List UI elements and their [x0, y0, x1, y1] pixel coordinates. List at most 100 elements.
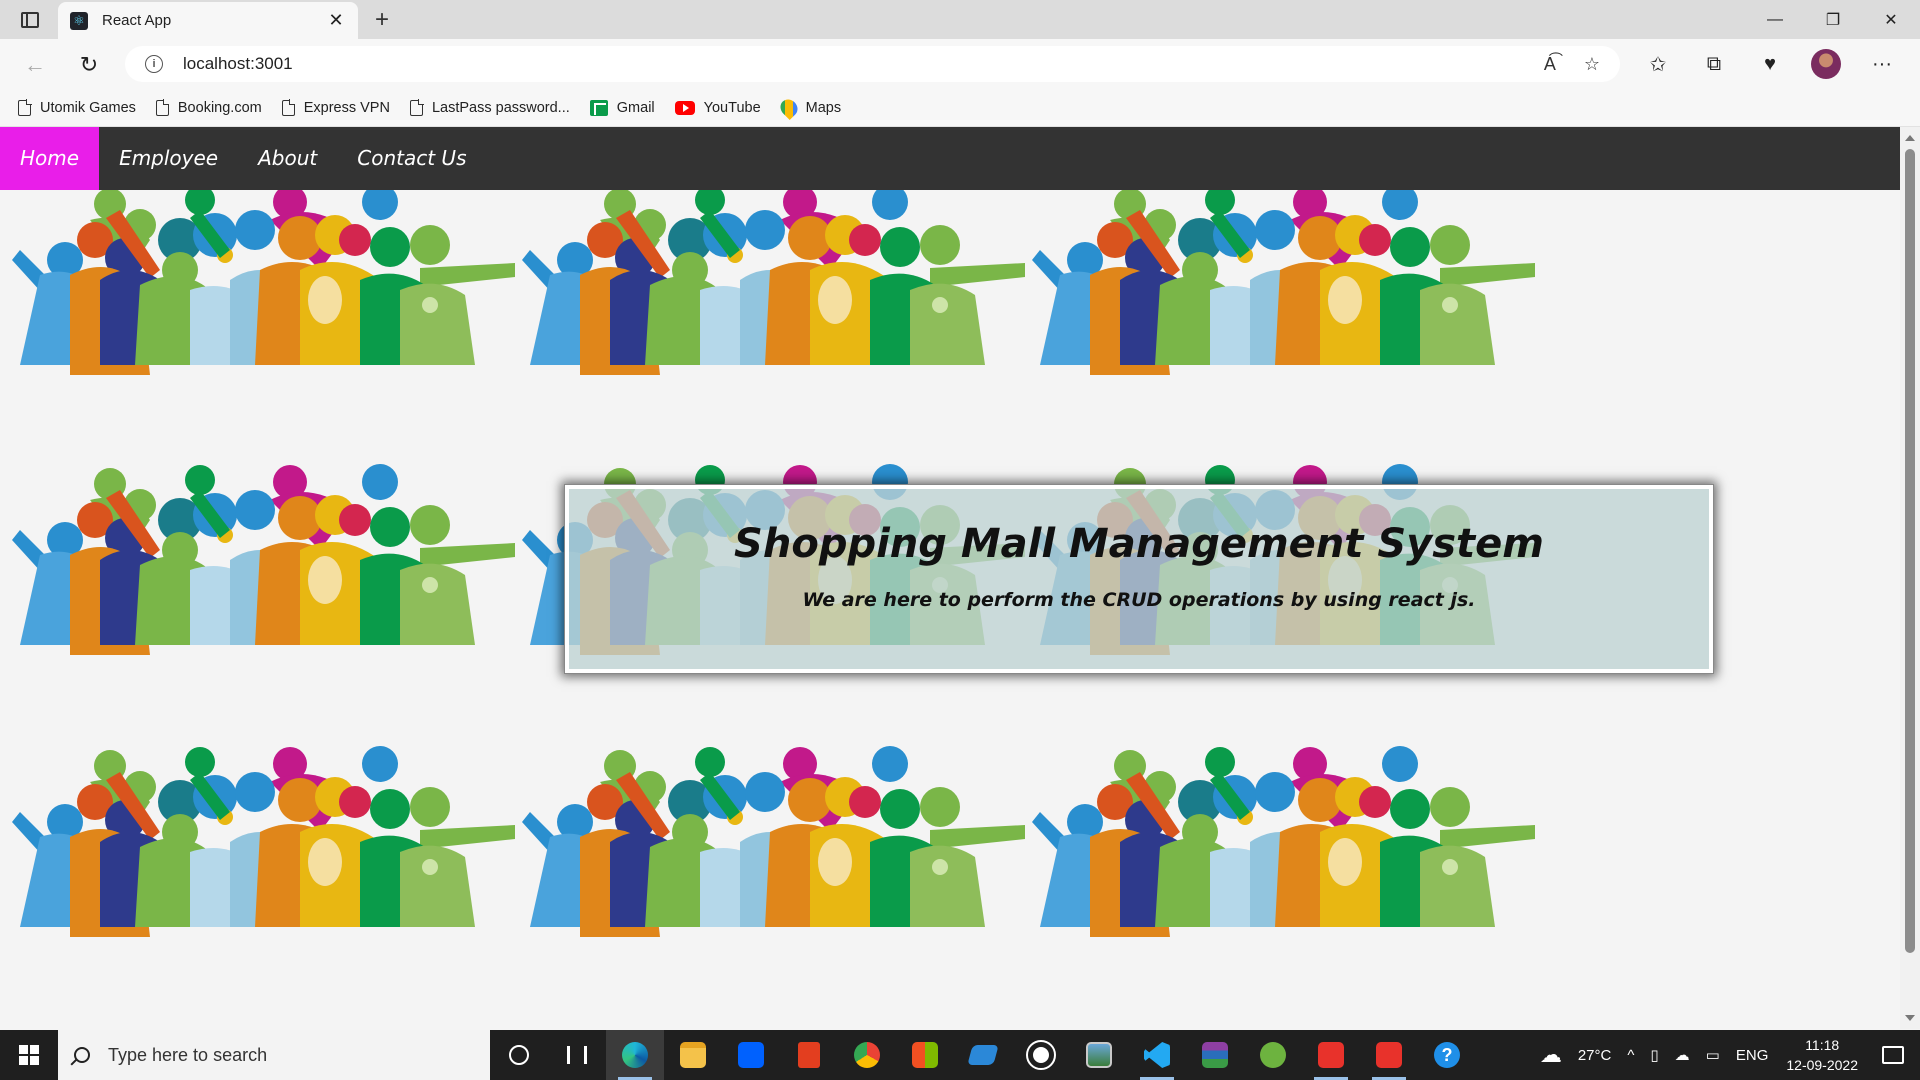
site-info-icon[interactable]: i: [145, 55, 163, 73]
maps-icon: [776, 95, 801, 120]
tab-actions-button[interactable]: [12, 8, 48, 32]
more-options-icon[interactable]: ···: [1864, 47, 1900, 81]
taskbar-photos[interactable]: [1070, 1030, 1128, 1080]
mail-icon: [967, 1045, 999, 1065]
minimize-button[interactable]: —: [1746, 0, 1804, 39]
taskbar-mail[interactable]: [954, 1030, 1012, 1080]
bookmark-label: Utomik Games: [40, 99, 136, 116]
taskbar-store[interactable]: [896, 1030, 954, 1080]
taskbar-app-red-1[interactable]: [1302, 1030, 1360, 1080]
app-red-icon: [1318, 1042, 1344, 1068]
cortana-icon: [509, 1045, 529, 1065]
clock-date: 12-09-2022: [1786, 1057, 1858, 1073]
bookmark-express-vpn[interactable]: Express VPN: [281, 98, 390, 116]
clock[interactable]: 11:18 12-09-2022: [1786, 1035, 1858, 1075]
youtube-icon: [674, 100, 695, 115]
address-bar[interactable]: i localhost:3001 A͡ ☆: [125, 46, 1620, 82]
edge-icon: [622, 1042, 648, 1068]
taskbar-github[interactable]: [1012, 1030, 1070, 1080]
close-tab-button[interactable]: ✕: [326, 10, 346, 31]
window-controls: — ❐ ✕: [1746, 0, 1920, 39]
page-icon: [281, 98, 296, 116]
tab-actions-icon: [21, 12, 39, 28]
hero-title: Shopping Mall Management System: [734, 521, 1544, 567]
taskbar-file-explorer[interactable]: [664, 1030, 722, 1080]
task-view-icon: [567, 1046, 587, 1064]
language-indicator[interactable]: ENG: [1736, 1047, 1769, 1064]
taskbar-office[interactable]: [780, 1030, 838, 1080]
avatar: [1811, 49, 1841, 79]
nav-about[interactable]: About: [238, 127, 337, 190]
device-icon[interactable]: ▯: [1650, 1046, 1658, 1064]
office-icon: [798, 1042, 820, 1068]
collections-icon[interactable]: ⧉: [1696, 47, 1732, 81]
close-window-button[interactable]: ✕: [1862, 0, 1920, 39]
bookmark-label: YouTube: [703, 99, 761, 116]
restore-button[interactable]: ❐: [1804, 0, 1862, 39]
bookmark-gmail[interactable]: Gmail: [589, 99, 655, 116]
task-view-button[interactable]: [548, 1030, 606, 1080]
taskbar-help[interactable]: ?: [1418, 1030, 1476, 1080]
favorites-icon[interactable]: ✩: [1640, 47, 1676, 81]
bookmark-label: Maps: [805, 99, 842, 116]
url-text[interactable]: localhost:3001: [183, 54, 1544, 74]
page-scrollbar[interactable]: [1900, 127, 1920, 1029]
battery-icon[interactable]: ▭: [1706, 1046, 1720, 1064]
folder-icon: [680, 1042, 706, 1068]
taskbar-spring[interactable]: [1244, 1030, 1302, 1080]
page-content: Home Employee About Contact Us Shopping …: [0, 127, 1900, 1029]
scroll-down-icon[interactable]: [1905, 1015, 1915, 1021]
add-favorite-icon[interactable]: ☆: [1584, 54, 1600, 75]
bookmark-maps[interactable]: Maps: [776, 95, 842, 120]
vscode-icon: [1144, 1042, 1170, 1068]
taskbar-vscode[interactable]: [1128, 1030, 1186, 1080]
scroll-up-icon[interactable]: [1905, 135, 1915, 141]
taskbar-edge[interactable]: [606, 1030, 664, 1080]
read-aloud-icon[interactable]: A͡: [1544, 54, 1556, 75]
notification-icon[interactable]: [1882, 1046, 1904, 1064]
weather-icon[interactable]: ☁: [1540, 1042, 1562, 1068]
taskbar-chrome[interactable]: [838, 1030, 896, 1080]
bookmark-lastpass[interactable]: LastPass password...: [409, 98, 570, 116]
react-icon: ⚛: [70, 11, 88, 30]
tab-title: React App: [102, 12, 172, 29]
bookmark-label: Express VPN: [303, 99, 390, 116]
taskbar-search[interactable]: Type here to search: [58, 1030, 490, 1080]
refresh-button[interactable]: ↻: [72, 48, 106, 82]
nav-home[interactable]: Home: [0, 127, 100, 190]
onedrive-icon[interactable]: ☁: [1675, 1046, 1690, 1064]
system-tray: ☁ 27°C ^ ▯ ☁ ▭ ENG 11:18 12-09-2022: [1532, 1030, 1920, 1080]
bookmark-booking[interactable]: Booking.com: [155, 98, 262, 116]
clock-time: 11:18: [1805, 1037, 1840, 1053]
chevron-up-icon[interactable]: ^: [1627, 1047, 1634, 1064]
gmail-icon: [589, 99, 608, 116]
spring-icon: [1260, 1042, 1286, 1068]
chrome-icon: [854, 1042, 880, 1068]
windows-icon: [19, 1045, 39, 1065]
page-icon: [155, 98, 170, 116]
store-icon: [912, 1042, 938, 1068]
bookmark-label: LastPass password...: [431, 99, 570, 116]
bookmarks-bar: Utomik Games Booking.com Express VPN Las…: [0, 89, 1920, 127]
bookmark-label: Booking.com: [177, 99, 262, 116]
taskbar-dropbox[interactable]: [722, 1030, 780, 1080]
back-button[interactable]: ←: [18, 48, 52, 82]
start-button[interactable]: [0, 1030, 58, 1080]
browser-tab[interactable]: ⚛ React App ✕: [58, 2, 358, 39]
help-icon: ?: [1434, 1042, 1460, 1068]
browser-titlebar: ⚛ React App ✕ + — ❐ ✕: [0, 0, 1920, 39]
taskbar-winrar[interactable]: [1186, 1030, 1244, 1080]
taskbar-app-red-2[interactable]: [1360, 1030, 1418, 1080]
weather-temp[interactable]: 27°C: [1578, 1047, 1612, 1064]
bookmark-utomik-games[interactable]: Utomik Games: [18, 98, 136, 116]
scroll-thumb[interactable]: [1905, 149, 1915, 953]
new-tab-button[interactable]: +: [368, 6, 396, 34]
nav-employee[interactable]: Employee: [99, 127, 238, 190]
profile-button[interactable]: [1808, 47, 1844, 81]
hero-subtitle: We are here to perform the CRUD operatio…: [802, 589, 1476, 611]
nav-contact-us[interactable]: Contact Us: [337, 127, 486, 190]
dropbox-icon: [738, 1042, 764, 1068]
bookmark-youtube[interactable]: YouTube: [674, 99, 761, 116]
cortana-button[interactable]: [490, 1030, 548, 1080]
browser-essentials-icon[interactable]: ♥: [1752, 47, 1788, 81]
